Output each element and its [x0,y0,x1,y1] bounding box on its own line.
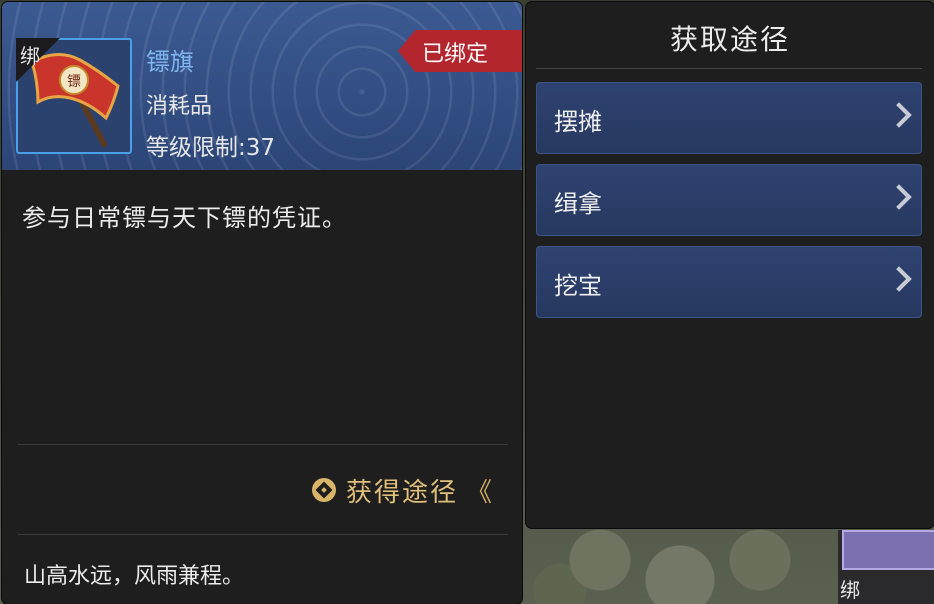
bound-status-tag: 已绑定 [398,30,522,72]
item-tooltip-panel: 镖 绑 镖旗 消耗品 等级限制:37 已绑定 参与日常镖与天下镖的凭证。 获得途… [2,2,522,604]
divider [18,444,508,445]
acquisition-title: 获取途径 [669,23,790,56]
bound-status-label: 已绑定 [422,42,489,67]
acquire-option-arrest[interactable]: 缉拿 [536,164,922,236]
divider [536,68,922,69]
slot-item-frame [842,530,934,570]
item-flavor-text: 山高水远，风雨兼程。 [24,564,245,589]
slot-bind-mark: 绑 [840,578,860,602]
item-name: 镖旗 [146,48,194,76]
svg-text:镖: 镖 [67,74,81,90]
chevron-right-icon [886,184,912,210]
acquire-option-label: 挖宝 [554,272,602,300]
acquire-option-treasure-dig[interactable]: 挖宝 [536,246,922,318]
chevron-right-icon [886,102,912,128]
acquire-option-stall[interactable]: 摆摊 [536,82,922,154]
acquire-option-label: 缉拿 [554,190,602,218]
obtain-source-label: 获得途径 [346,477,459,508]
item-level-requirement: 等级限制:37 [146,135,276,161]
bind-mark: 绑 [20,44,40,68]
inventory-slot[interactable]: 绑 [838,530,934,604]
double-chevron-left-icon: 《 [466,477,493,508]
coin-icon [312,478,336,502]
item-description: 参与日常镖与天下镖的凭证。 [22,204,347,232]
divider [18,534,508,535]
chevron-right-icon [886,266,912,292]
acquire-option-label: 摆摊 [554,108,602,136]
obtain-source-button[interactable]: 获得途径 《 [312,472,492,508]
item-type: 消耗品 [146,94,213,119]
acquisition-panel: 获取途径 摆摊 缉拿 挖宝 [526,2,934,528]
